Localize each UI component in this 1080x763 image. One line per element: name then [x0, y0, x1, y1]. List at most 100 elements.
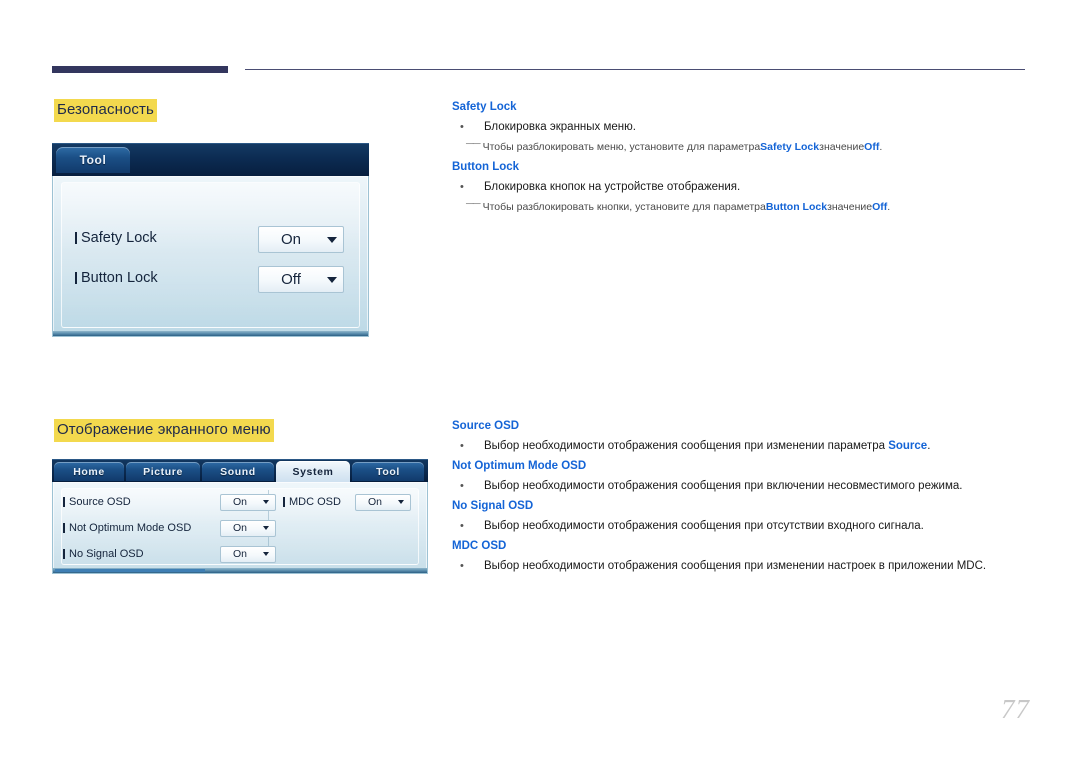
header-rule-thick — [52, 66, 228, 73]
note-text-pre: Чтобы разблокировать меню, установите дл… — [482, 141, 761, 153]
note-term-2: Off — [864, 141, 880, 153]
term-safety-lock: Safety Lock — [452, 101, 517, 113]
bullet-bar-icon — [75, 232, 77, 244]
osd-dropdown-no-signal-osd[interactable]: On — [220, 545, 276, 563]
osd-label-safety-lock: Safety Lock — [75, 230, 157, 246]
osd-dropdown-value: On — [232, 548, 247, 560]
osd-dropdown-mdc-osd[interactable]: On — [355, 493, 411, 511]
term-source-osd: Source OSD — [452, 420, 520, 432]
term-button-lock: Button Lock — [452, 161, 520, 173]
term-mdc-osd: MDC OSD — [452, 540, 507, 552]
note-text-mid: значение — [827, 201, 873, 213]
bullet-not-optimum-mode-osd: • Выбор необходимости отображения сообще… — [460, 480, 962, 492]
note-text-end: . — [887, 201, 891, 213]
note-term-1: Button Lock — [765, 201, 828, 213]
chevron-down-icon — [263, 552, 269, 556]
bullet-mdc-osd: • Выбор необходимости отображения сообще… — [460, 560, 986, 572]
bullet-text-end: . — [927, 440, 931, 452]
osd-panel-system: Home Picture Sound System Tool Source OS… — [52, 459, 428, 574]
bullet-safety-lock: • Блокировка экранных меню. — [460, 121, 636, 133]
osd-label-text: Button Lock — [81, 270, 158, 286]
osd-dropdown-value: On — [232, 522, 247, 534]
chevron-down-icon — [263, 526, 269, 530]
section-heading-security: Безопасность — [54, 99, 157, 122]
osd-row-no-signal-osd: No Signal OSD On — [63, 545, 276, 563]
bullet-text: Выбор необходимости отображения сообщени… — [484, 560, 987, 572]
osd-tabbar-tool: Tool — [52, 143, 369, 176]
note-text-mid: значение — [819, 141, 865, 153]
osd-scrollbar-system[interactable] — [53, 568, 427, 573]
osd-label-text: Safety Lock — [81, 230, 157, 246]
osd-dropdown-value: On — [280, 231, 301, 248]
chevron-down-icon — [263, 500, 269, 504]
bullet-text: Блокировка кнопок на устройстве отображе… — [484, 181, 741, 193]
tab-tool[interactable]: Tool — [56, 147, 130, 173]
tab-tool[interactable]: Tool — [352, 462, 424, 481]
osd-dropdown-safety-lock[interactable]: On — [258, 226, 344, 253]
osd-row-not-optimum-mode-osd: Not Optimum Mode OSD On — [63, 519, 276, 537]
osd-dropdown-value: On — [232, 496, 247, 508]
bullet-bar-icon — [63, 523, 65, 533]
bullet-dot-icon: • — [460, 121, 464, 133]
bullet-dot-icon: • — [460, 480, 464, 492]
osd-label-mdc-osd: MDC OSD — [283, 496, 341, 508]
bullet-bar-icon — [75, 272, 77, 284]
osd-dropdown-not-optimum-mode-osd[interactable]: On — [220, 519, 276, 537]
chevron-down-icon — [327, 276, 337, 283]
chevron-down-icon — [327, 236, 337, 243]
bullet-dot-icon: • — [460, 181, 464, 193]
term-not-optimum-mode-osd: Not Optimum Mode OSD — [452, 460, 587, 472]
bullet-text: Выбор необходимости отображения сообщени… — [484, 480, 963, 492]
osd-body-system: Source OSD On Not Optimum Mode OSD On No… — [52, 482, 428, 574]
osd-label-no-signal-osd: No Signal OSD — [63, 548, 144, 560]
osd-body-tool: Safety Lock On Button Lock Off — [52, 176, 369, 337]
note-button-lock: ── Чтобы разблокировать кнопки, установи… — [466, 198, 891, 213]
tab-home[interactable]: Home — [54, 462, 124, 481]
tab-sound[interactable]: Sound — [202, 462, 274, 481]
osd-label-text: Not Optimum Mode OSD — [69, 522, 192, 534]
osd-label-button-lock: Button Lock — [75, 270, 158, 286]
osd-row-button-lock: Button Lock — [75, 270, 158, 286]
bullet-dot-icon: • — [460, 520, 464, 532]
bullet-term: Source — [888, 440, 928, 452]
em-dash-icon: ── — [466, 138, 481, 150]
em-dash-icon: ── — [466, 198, 481, 210]
osd-inner-tool — [61, 182, 360, 328]
section-heading-osd-display: Отображение экранного меню — [54, 419, 274, 442]
note-term-2: Off — [872, 201, 888, 213]
bullet-text-pre: Выбор необходимости отображения сообщени… — [484, 440, 889, 452]
bullet-dot-icon: • — [460, 440, 464, 452]
osd-panel-tool: Tool Safety Lock On Button Lock Off — [52, 143, 369, 337]
osd-label-text: No Signal OSD — [69, 548, 144, 560]
osd-scrollbar-tool[interactable] — [53, 331, 368, 336]
osd-label-source-osd: Source OSD — [63, 496, 131, 508]
note-safety-lock: ── Чтобы разблокировать меню, установите… — [466, 138, 883, 153]
osd-label-text: MDC OSD — [289, 496, 341, 508]
note-text-end: . — [879, 141, 883, 153]
osd-dropdown-value: On — [367, 496, 382, 508]
osd-row-safety-lock: Safety Lock — [75, 230, 157, 246]
bullet-text: Блокировка экранных меню. — [484, 121, 636, 133]
osd-label-text: Source OSD — [69, 496, 131, 508]
bullet-text: Выбор необходимости отображения сообщени… — [484, 520, 924, 532]
tab-system[interactable]: System — [276, 461, 350, 482]
bullet-bar-icon — [63, 497, 65, 507]
osd-dropdown-button-lock[interactable]: Off — [258, 266, 344, 293]
bullet-source-osd: • Выбор необходимости отображения сообще… — [460, 440, 930, 452]
osd-row-mdc-osd: MDC OSD On — [283, 493, 411, 511]
header-rule-thin — [245, 69, 1025, 70]
note-text-pre: Чтобы разблокировать кнопки, установите … — [482, 201, 766, 213]
osd-tabbar-system: Home Picture Sound System Tool — [52, 459, 428, 482]
osd-label-not-optimum-mode-osd: Not Optimum Mode OSD — [63, 522, 191, 534]
osd-dropdown-value: Off — [281, 271, 301, 288]
osd-scrollbar-thumb[interactable] — [55, 569, 205, 572]
bullet-button-lock: • Блокировка кнопок на устройстве отобра… — [460, 181, 740, 193]
osd-dropdown-source-osd[interactable]: On — [220, 493, 276, 511]
osd-row-source-osd: Source OSD On — [63, 493, 276, 511]
note-term-1: Safety Lock — [760, 141, 820, 153]
page-number: 77 — [1001, 694, 1030, 724]
tab-picture[interactable]: Picture — [126, 462, 200, 481]
chevron-down-icon — [398, 500, 404, 504]
bullet-no-signal-osd: • Выбор необходимости отображения сообще… — [460, 520, 924, 532]
bullet-bar-icon — [63, 549, 65, 559]
